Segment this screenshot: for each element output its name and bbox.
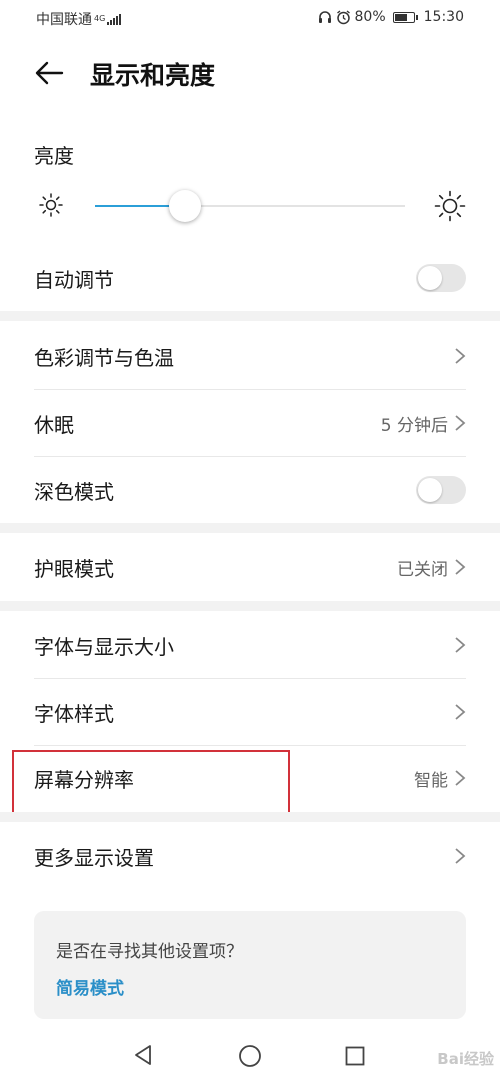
suggestion-card: 是否在寻找其他设置项？ 简易模式 bbox=[34, 911, 466, 1019]
carrier-name: 中国联通 bbox=[36, 12, 92, 28]
more-display-label: 更多显示设置 bbox=[34, 845, 154, 870]
battery-percent: 80% bbox=[354, 9, 386, 25]
sleep-row[interactable]: 休眠 5 分钟后 bbox=[34, 390, 466, 456]
auto-adjust-label: 自动调节 bbox=[34, 267, 114, 292]
network-type: 4G bbox=[94, 14, 106, 23]
dark-mode-label: 深色模式 bbox=[34, 479, 114, 504]
chevron-right-icon bbox=[455, 637, 466, 653]
resolution-value: 智能 bbox=[414, 770, 448, 791]
more-display-row[interactable]: 更多显示设置 bbox=[34, 823, 466, 889]
header: 显示和亮度 bbox=[0, 50, 500, 98]
sun-large-icon bbox=[434, 190, 466, 222]
chevron-right-icon bbox=[455, 559, 466, 575]
nav-home-icon[interactable] bbox=[238, 1044, 262, 1068]
brightness-slider-row bbox=[0, 188, 500, 224]
auto-adjust-row[interactable]: 自动调节 bbox=[34, 245, 466, 311]
suggestion-question: 是否在寻找其他设置项？ bbox=[56, 942, 243, 962]
eye-comfort-row[interactable]: 护眼模式 已关闭 bbox=[34, 534, 466, 600]
eye-comfort-value: 已关闭 bbox=[397, 559, 448, 580]
section-gap bbox=[0, 601, 500, 611]
eye-comfort-label: 护眼模式 bbox=[34, 556, 114, 581]
clock-time: 15:30 bbox=[423, 9, 464, 25]
battery-icon bbox=[392, 11, 418, 23]
brightness-slider[interactable] bbox=[95, 190, 405, 222]
font-style-row[interactable]: 字体样式 bbox=[34, 679, 466, 745]
sleep-value: 5 分钟后 bbox=[380, 415, 448, 436]
chevron-right-icon bbox=[455, 415, 466, 431]
status-bar: 中国联通 4G 80% 15:30 bbox=[0, 0, 500, 34]
nav-recent-icon[interactable] bbox=[345, 1046, 365, 1066]
watermark-text: Bai经验 bbox=[437, 1050, 494, 1068]
dark-mode-row[interactable]: 深色模式 bbox=[34, 457, 466, 523]
chevron-right-icon bbox=[455, 704, 466, 720]
dark-mode-toggle[interactable] bbox=[416, 476, 466, 504]
resolution-label: 屏幕分辨率 bbox=[34, 767, 134, 792]
section-gap bbox=[0, 311, 500, 321]
status-left: 中国联通 4G bbox=[36, 9, 122, 29]
section-gap bbox=[0, 812, 500, 822]
color-temp-row[interactable]: 色彩调节与色温 bbox=[34, 323, 466, 389]
navigation-bar: Bai经验 bbox=[0, 1030, 500, 1083]
font-size-label: 字体与显示大小 bbox=[34, 634, 174, 659]
page-title: 显示和亮度 bbox=[90, 61, 216, 90]
color-temp-label: 色彩调节与色温 bbox=[34, 345, 174, 370]
font-size-row[interactable]: 字体与显示大小 bbox=[34, 612, 466, 678]
toggle-knob bbox=[418, 266, 442, 290]
chevron-right-icon bbox=[455, 348, 466, 364]
chevron-right-icon bbox=[455, 848, 466, 864]
chevron-right-icon bbox=[455, 770, 466, 786]
headset-icon bbox=[318, 11, 331, 23]
auto-adjust-toggle[interactable] bbox=[416, 264, 466, 292]
section-gap bbox=[0, 523, 500, 533]
simple-mode-link[interactable]: 简易模式 bbox=[56, 974, 124, 999]
toggle-knob bbox=[418, 478, 442, 502]
arrow-left-icon[interactable] bbox=[34, 60, 64, 86]
nav-back-icon[interactable] bbox=[132, 1044, 154, 1066]
sun-small-icon bbox=[39, 193, 63, 217]
signal-icon bbox=[107, 13, 122, 25]
resolution-row[interactable]: 屏幕分辨率 智能 bbox=[34, 745, 466, 811]
alarm-icon bbox=[336, 9, 350, 24]
font-style-label: 字体样式 bbox=[34, 701, 114, 726]
sleep-label: 休眠 bbox=[34, 412, 74, 437]
brightness-label: 亮度 bbox=[34, 144, 74, 168]
status-right: 80% 15:30 bbox=[318, 9, 464, 25]
brightness-slider-thumb[interactable] bbox=[168, 190, 201, 222]
